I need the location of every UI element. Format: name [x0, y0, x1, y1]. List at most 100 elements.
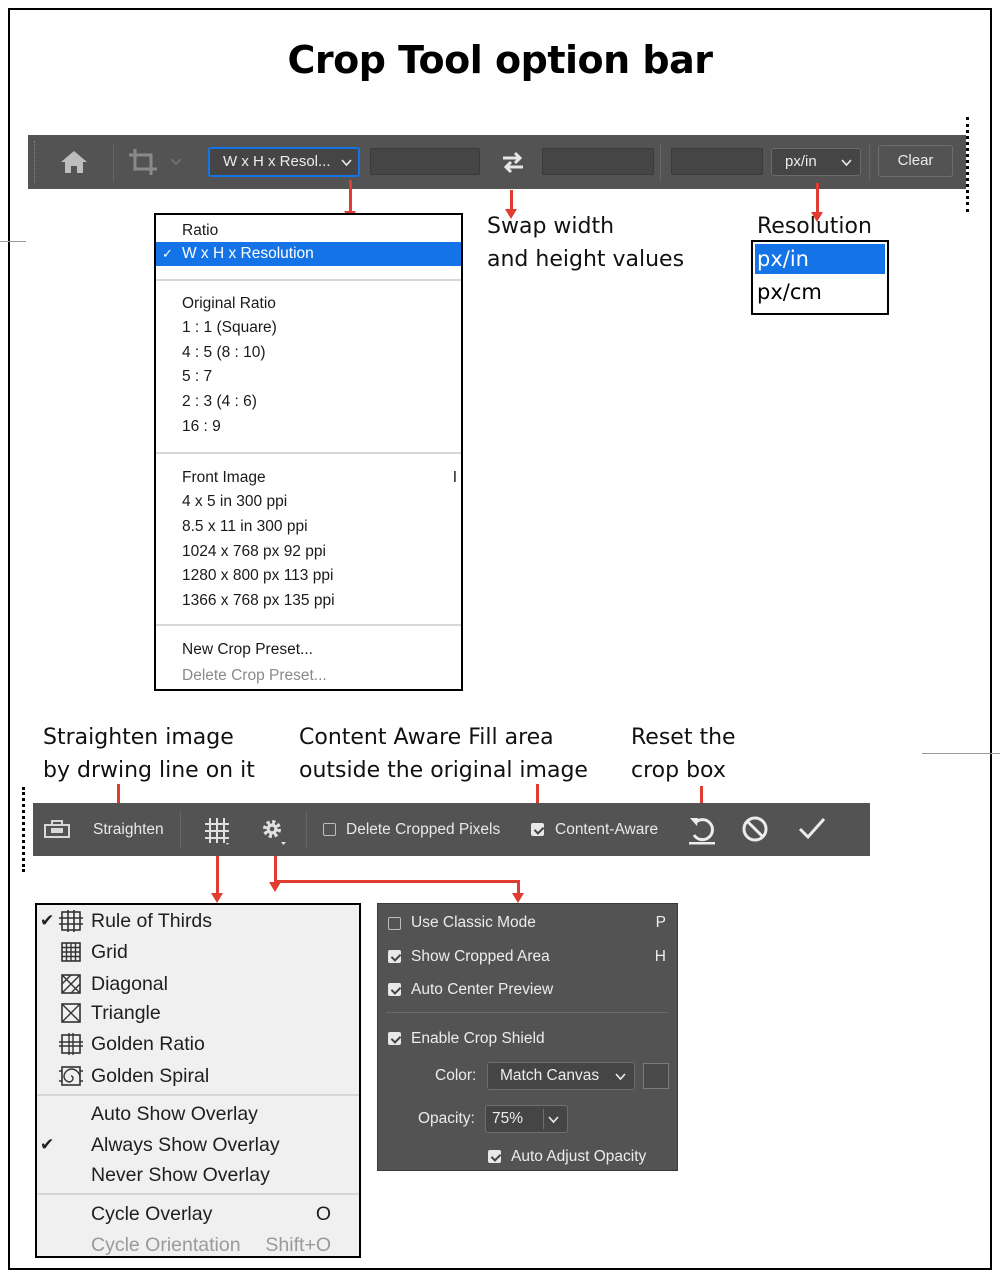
chevron-down-icon — [615, 1073, 626, 1081]
preset-menu: Ratio ✓ W x H x Resolution Original Ratio… — [154, 213, 463, 691]
menu-item[interactable]: 4 x 5 in 300 ppi — [156, 490, 461, 514]
overlay-item-cycle-overlay[interactable]: Cycle Overlay O — [37, 1199, 359, 1229]
chevron-down-icon — [841, 159, 852, 167]
content-aware-label[interactable]: Content-Aware — [555, 820, 658, 840]
home-icon[interactable] — [58, 148, 90, 176]
bar-grip[interactable] — [34, 141, 37, 183]
overlay-item-golden-ratio[interactable]: Golden Ratio — [37, 1029, 359, 1059]
overlay-item-grid[interactable]: Grid — [37, 937, 359, 967]
callout-arrow — [211, 856, 223, 903]
resolution-annotation: Resolution — [757, 214, 872, 239]
bar-separator — [113, 143, 114, 181]
overlay-item-auto-show[interactable]: Auto Show Overlay — [37, 1099, 359, 1129]
menu-item[interactable]: 16 : 9 — [156, 415, 461, 439]
resolution-unit-list: px/in px/cm — [751, 240, 889, 315]
menu-item[interactable]: 1280 x 800 px 113 ppi — [156, 564, 461, 588]
menu-item-disabled: Delete Crop Preset... — [182, 667, 327, 684]
overlay-item-diagonal[interactable]: Diagonal — [37, 969, 359, 999]
show-cropped-checkbox[interactable] — [388, 950, 401, 963]
width-input[interactable] — [370, 148, 480, 175]
resolution-input[interactable] — [671, 148, 763, 175]
shortcut-label: O — [315, 1203, 331, 1225]
crop-tool-icon[interactable] — [126, 146, 160, 178]
bar-separator — [869, 143, 870, 181]
diagonal-icon — [61, 974, 81, 994]
menu-separator — [156, 624, 461, 626]
grid-icon — [61, 942, 81, 962]
bar-separator — [180, 811, 181, 849]
preset-dropdown[interactable]: W x H x Resol... — [208, 147, 360, 177]
divider-line — [0, 241, 26, 242]
color-dropdown[interactable]: Match Canvas — [487, 1062, 635, 1090]
menu-separator — [156, 452, 461, 454]
menu-item-selected[interactable]: ✓ W x H x Resolution — [156, 242, 461, 266]
auto-center-checkbox[interactable] — [388, 983, 401, 996]
cancel-icon[interactable] — [741, 815, 769, 843]
menu-item[interactable]: 8.5 x 11 in 300 ppi — [156, 515, 461, 539]
callout-arrow — [269, 856, 281, 892]
commit-check-icon[interactable] — [797, 816, 827, 842]
delete-cropped-checkbox[interactable] — [323, 823, 336, 836]
menu-item[interactable]: 1 : 1 (Square) — [156, 316, 461, 340]
overlay-item-golden-spiral[interactable]: Golden Spiral — [37, 1061, 359, 1091]
menu-separator — [156, 279, 461, 281]
color-label: Color: — [435, 1067, 477, 1084]
height-input[interactable] — [542, 148, 654, 175]
straighten-annotation: Straighten image by drwing line on it — [43, 725, 255, 783]
opacity-label: Opacity: — [418, 1110, 475, 1127]
panel-separator — [386, 1012, 668, 1013]
overlay-item-never-show[interactable]: Never Show Overlay — [37, 1160, 359, 1190]
chevron-down-icon[interactable] — [170, 158, 182, 166]
resolution-unit-dropdown[interactable]: px/in — [771, 148, 861, 176]
reset-annotation: Reset the crop box — [631, 725, 736, 783]
auto-adjust-row[interactable]: Auto Adjust Opacity — [511, 1145, 646, 1169]
shortcut-label: I — [452, 469, 457, 486]
menu-item[interactable]: Ratio — [156, 219, 461, 243]
overlay-item-triangle[interactable]: Triangle — [37, 998, 359, 1028]
shortcut-label: P — [655, 914, 666, 931]
straighten-label[interactable]: Straighten — [93, 820, 164, 840]
overlay-menu: ✔ Rule of Thirds Grid Diagonal Triangle … — [35, 903, 361, 1258]
unit-label: px/in — [785, 153, 817, 170]
gear-icon[interactable] — [259, 816, 289, 846]
menu-item[interactable]: 2 : 3 (4 : 6) — [156, 390, 461, 414]
menu-item[interactable]: 1366 x 768 px 135 ppi — [156, 589, 461, 613]
clear-button[interactable]: Clear — [878, 145, 953, 177]
bar-separator — [306, 811, 307, 849]
unit-option-px-cm[interactable]: px/cm — [755, 277, 885, 307]
delete-cropped-label[interactable]: Delete Cropped Pixels — [346, 820, 500, 840]
swap-icon[interactable] — [498, 150, 528, 174]
shortcut-label: Shift+O — [265, 1234, 331, 1256]
check-icon: ✓ — [162, 246, 173, 261]
enable-shield-checkbox[interactable] — [388, 1032, 401, 1045]
triangle-icon — [61, 1003, 81, 1023]
menu-item[interactable]: 4 : 5 (8 : 10) — [156, 341, 461, 365]
callout-arrow — [344, 180, 356, 221]
menu-item[interactable]: 5 : 7 — [156, 365, 461, 389]
menu-item[interactable]: Original Ratio — [156, 292, 461, 316]
chevron-down-icon[interactable] — [548, 1116, 559, 1124]
use-classic-row[interactable]: Use Classic Mode P — [411, 911, 666, 935]
show-cropped-row[interactable]: Show Cropped Area H — [411, 945, 666, 969]
reset-icon[interactable] — [686, 814, 718, 846]
figure-title: Crop Tool option bar — [287, 38, 713, 82]
opacity-input[interactable]: 75% — [485, 1105, 568, 1133]
content-aware-checkbox[interactable] — [531, 823, 544, 836]
color-swatch[interactable] — [643, 1063, 669, 1089]
menu-item[interactable]: 1024 x 768 px 92 ppi — [156, 540, 461, 564]
straighten-icon[interactable] — [42, 818, 72, 840]
crop-settings-panel: Use Classic Mode P Show Cropped Area H A… — [377, 903, 678, 1171]
overlay-item-rule-of-thirds[interactable]: ✔ Rule of Thirds — [37, 906, 359, 936]
enable-shield-row[interactable]: Enable Crop Shield — [411, 1027, 545, 1051]
opacity-divider — [543, 1109, 544, 1129]
chevron-down-icon — [341, 159, 352, 167]
grid-overlay-icon[interactable] — [202, 815, 232, 845]
auto-adjust-checkbox[interactable] — [488, 1150, 501, 1163]
use-classic-checkbox[interactable] — [388, 917, 401, 930]
content-aware-annotation: Content Aware Fill area outside the orig… — [299, 725, 588, 783]
unit-option-px-in[interactable]: px/in — [755, 244, 885, 274]
overlay-item-always-show[interactable]: ✔ Always Show Overlay — [37, 1130, 359, 1160]
menu-item[interactable]: Front Image I — [156, 466, 461, 490]
auto-center-row[interactable]: Auto Center Preview — [411, 978, 553, 1002]
menu-item[interactable]: New Crop Preset... — [156, 638, 461, 662]
